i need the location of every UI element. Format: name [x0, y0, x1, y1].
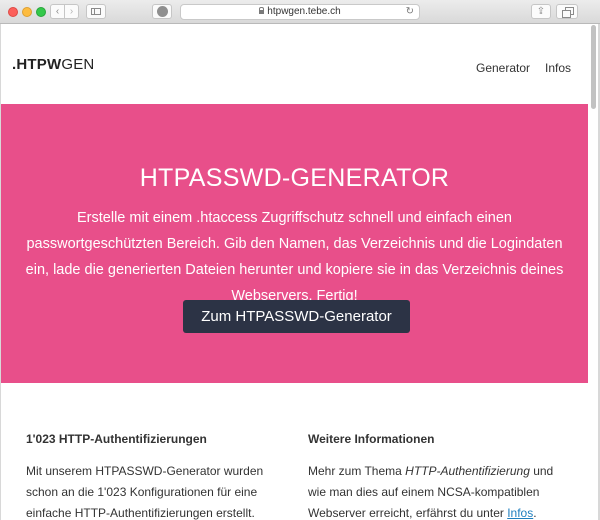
chevron-left-icon: ‹ — [55, 6, 60, 17]
back-button[interactable]: ‹ — [50, 4, 65, 19]
nav-link-infos[interactable]: Infos — [545, 61, 571, 75]
infos-link[interactable]: Infos — [507, 506, 533, 520]
hero-banner: HTPASSWD-GENERATOR Erstelle mit einem .h… — [1, 104, 588, 383]
info-text: Mehr zum Thema HTTP-Authentifizierung un… — [308, 461, 558, 520]
tabs-icon — [561, 7, 574, 18]
minimize-window-button[interactable] — [22, 7, 32, 17]
info-text-start: Mehr zum Thema — [308, 464, 406, 478]
share-icon: ⇪ — [536, 6, 546, 17]
chevron-right-icon: › — [69, 6, 74, 17]
nav-link-generator[interactable]: Generator — [476, 61, 530, 75]
adblock-extension-button[interactable] — [152, 4, 172, 19]
adblock-icon — [156, 6, 168, 17]
reload-icon[interactable]: ↻ — [406, 5, 414, 19]
info-text-emphasis: HTTP-Authentifizierung — [405, 464, 530, 478]
sidebar-toggle-button[interactable] — [86, 4, 106, 19]
forward-button[interactable]: › — [64, 4, 79, 19]
site-logo[interactable]: .HTPWGEN — [12, 56, 94, 73]
browser-toolbar: ‹ › htpwgen.tebe.ch ↻ ⇪ — [0, 0, 600, 24]
stats-text: Mit unserem HTPASSWD-Generator wurden sc… — [26, 464, 264, 520]
hero-title: HTPASSWD-GENERATOR — [139, 164, 450, 192]
lock-icon — [259, 7, 265, 14]
address-bar[interactable]: htpwgen.tebe.ch ↻ — [180, 4, 420, 20]
info-heading: Weitere Informationen — [308, 432, 435, 446]
close-window-button[interactable] — [8, 7, 18, 17]
hero-description: Erstelle mit einem .htaccess Zugriffschu… — [25, 210, 564, 304]
share-button[interactable]: ⇪ — [531, 4, 551, 19]
brand-bold: .HTPW — [12, 56, 62, 73]
info-text-end: . — [533, 506, 537, 520]
generator-cta-button[interactable]: Zum HTPASSWD-Generator — [183, 300, 410, 333]
sidebar-icon — [91, 8, 101, 15]
zoom-window-button[interactable] — [36, 7, 46, 17]
show-tabs-button[interactable] — [556, 4, 578, 19]
url-text: htpwgen.tebe.ch — [267, 6, 341, 17]
stats-heading: 1'023 HTTP-Authentifizierungen — [26, 432, 207, 446]
scrollbar[interactable] — [591, 25, 596, 109]
brand-light: GEN — [61, 56, 95, 73]
